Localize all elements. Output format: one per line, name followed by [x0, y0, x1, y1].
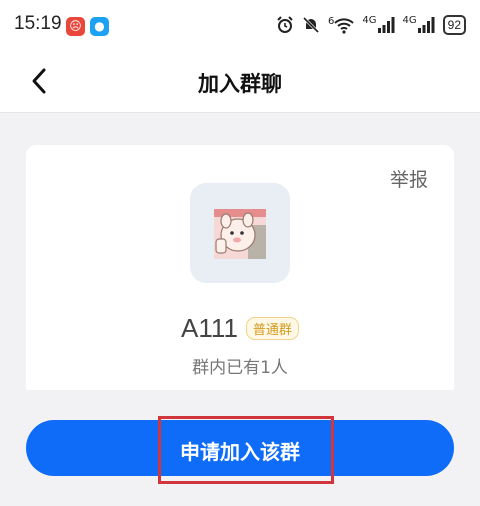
signal-4g-label-2: 4G	[402, 14, 417, 26]
message-icon: ●	[90, 17, 109, 36]
page-title: 加入群聊	[198, 72, 282, 96]
status-icons: 6 4G 4G 92	[276, 14, 466, 36]
alarm-icon	[277, 16, 293, 33]
group-name-row: A111 普通群	[26, 313, 454, 344]
weibo-icon: ☹	[66, 17, 85, 36]
group-type-badge: 普通群	[245, 317, 299, 340]
signal-4g-label-1: 4G	[362, 14, 377, 26]
member-count: 群内已有1人	[192, 358, 288, 378]
page-header: 加入群聊	[0, 52, 480, 113]
join-group-label: 申请加入该群	[180, 440, 300, 464]
join-group-button[interactable]: 申请加入该群	[26, 420, 454, 476]
group-name: A111	[181, 313, 238, 343]
wifi-icon	[334, 18, 355, 34]
report-button[interactable]: 举报	[390, 165, 428, 192]
group-info-card: 举报 A111 普通群 群内已有1人	[26, 145, 454, 390]
battery-indicator: 92	[442, 15, 466, 35]
group-avatar	[190, 183, 290, 283]
signal-4g-icon	[417, 17, 435, 33]
status-time: 15:19	[14, 13, 62, 34]
signal-4g-icon	[377, 17, 395, 33]
status-bar: 15:19 ☹ ● 6 4G 4G 92	[0, 0, 480, 52]
mute-icon	[302, 16, 320, 34]
group-avatar-image	[214, 209, 266, 259]
